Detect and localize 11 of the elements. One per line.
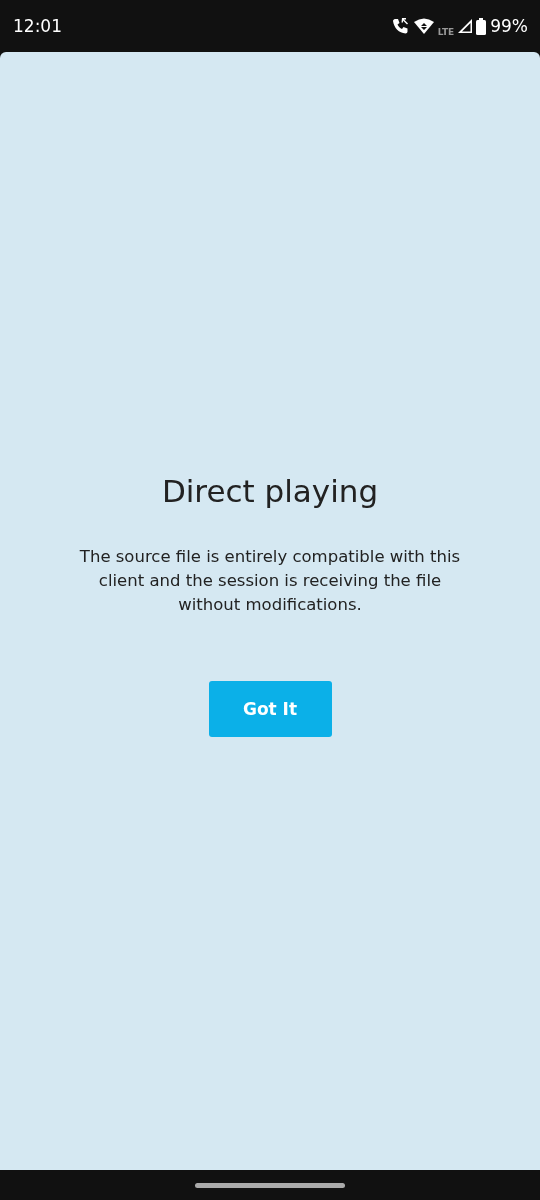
- clock: 12:01: [13, 16, 62, 36]
- phone-call-icon: [391, 17, 410, 35]
- network-type: LTE: [437, 27, 455, 37]
- signal-icon: [458, 19, 473, 33]
- home-handle[interactable]: [195, 1182, 345, 1188]
- dialog-message: The source file is entirely compatible with this client and the session is receiving the file without modifications.: [78, 546, 462, 616]
- wifi-icon: [413, 18, 434, 34]
- battery-level: 99%: [490, 16, 528, 36]
- battery-icon: [476, 17, 487, 35]
- got-it-button[interactable]: Got It: [208, 681, 332, 737]
- dialog-title: Direct playing: [161, 473, 379, 509]
